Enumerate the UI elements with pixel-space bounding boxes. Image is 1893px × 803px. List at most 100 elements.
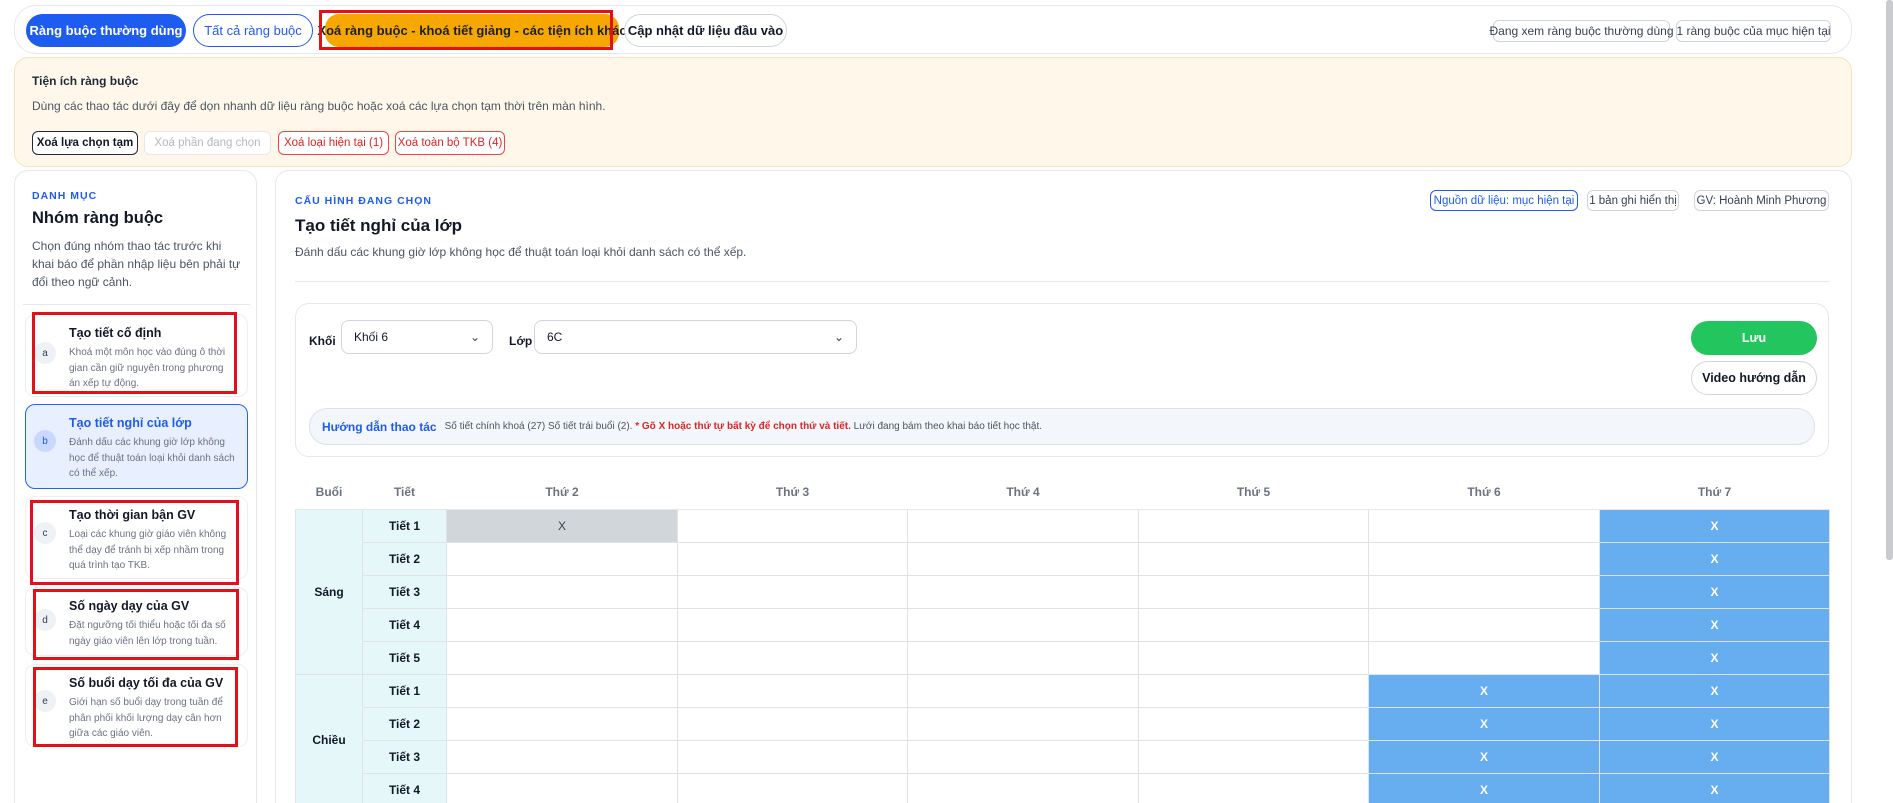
sidebar-heading: Nhóm ràng buộc	[32, 209, 164, 227]
guide-tail: Lưới đang bám theo khai báo tiết học thậ…	[853, 421, 1043, 432]
khoi-value: Khối 6	[354, 330, 389, 344]
item-title: Số ngày dạy của GV	[69, 599, 190, 613]
timetable-cell[interactable]	[446, 772, 678, 803]
timetable-cell[interactable]	[446, 607, 678, 642]
item-badge: c	[34, 522, 56, 544]
timetable-cell[interactable]	[677, 640, 908, 675]
clear-all-timetable-button[interactable]: Xoá toàn bộ TKB (4)	[395, 131, 505, 155]
timetable-cell[interactable]	[677, 574, 908, 609]
timetable-cell[interactable]	[677, 541, 908, 576]
timetable-cell[interactable]	[907, 673, 1139, 708]
timetable-cell[interactable]	[1138, 508, 1369, 543]
page-scrollbar[interactable]	[1886, 0, 1893, 560]
sidebar-divider	[23, 304, 250, 305]
timetable-cell[interactable]	[1368, 640, 1600, 675]
timetable-cell[interactable]: X	[1599, 706, 1830, 741]
timetable-cell[interactable]	[446, 673, 678, 708]
timetable-cell[interactable]: X	[1368, 706, 1600, 741]
config-heading: Tạo tiết nghỉ của lớp	[295, 216, 462, 235]
timetable-cell[interactable]	[1368, 541, 1600, 576]
clear-selected-part-button[interactable]: Xoá phần đang chọn	[144, 131, 271, 155]
sidebar-item-teacher-days[interactable]: d Số ngày dạy của GV Đặt ngưỡng tối thiể…	[25, 587, 248, 656]
sidebar-item-fixed-period[interactable]: a Tạo tiết cố định Khoá một môn học vào …	[25, 314, 248, 397]
khoi-label: Khối	[309, 334, 336, 348]
config-eyebrow: CẤU HÌNH ĐANG CHỌN	[295, 195, 432, 207]
tab-common-constraints[interactable]: Ràng buộc thường dùng	[26, 14, 186, 47]
constraint-count-pill: 1 ràng buộc của mục hiện tại	[1676, 20, 1831, 42]
timetable-cell[interactable]: X	[1599, 640, 1830, 675]
timetable-cell[interactable]: X	[1599, 541, 1830, 576]
timetable-cell[interactable]: X	[446, 508, 678, 543]
grid-header-cell: Thứ 5	[1138, 475, 1369, 510]
timetable-cell[interactable]	[677, 673, 908, 708]
sidebar-item-class-off-period[interactable]: b Tạo tiết nghỉ của lớp Đánh dấu các khu…	[25, 404, 248, 489]
timetable-cell[interactable]: X	[1368, 772, 1600, 803]
timetable-cell[interactable]	[907, 772, 1139, 803]
timetable-cell[interactable]	[446, 739, 678, 774]
khoi-select[interactable]: Khối 6 ⌄	[341, 320, 493, 354]
tab-update-input-data[interactable]: Cập nhật dữ liệu đầu vào	[624, 14, 787, 47]
teacher-pill: GV: Hoành Minh Phương	[1694, 190, 1829, 211]
session-label: Chiều	[295, 673, 363, 803]
config-description: Đánh dấu các khung giờ lớp không học để …	[295, 245, 747, 259]
timetable-cell[interactable]	[1138, 574, 1369, 609]
lop-label: Lớp	[509, 334, 533, 348]
timetable-cell[interactable]: X	[1368, 673, 1600, 708]
sidebar-eyebrow: DANH MỤC	[32, 190, 98, 202]
period-label: Tiết 2	[362, 541, 447, 576]
timetable-cell[interactable]	[677, 772, 908, 803]
timetable-cell[interactable]	[446, 574, 678, 609]
save-button[interactable]: Lưu	[1691, 321, 1817, 355]
timetable-cell[interactable]: X	[1599, 607, 1830, 642]
item-title: Số buổi dạy tối đa của GV	[69, 676, 224, 690]
timetable-cell[interactable]: X	[1599, 574, 1830, 609]
timetable-cell[interactable]	[1368, 574, 1600, 609]
item-description: Đánh dấu các khung giờ lớp không học để …	[69, 437, 235, 479]
timetable-cell[interactable]	[1368, 508, 1600, 543]
timetable-cell[interactable]	[907, 574, 1139, 609]
timetable-cell[interactable]	[1138, 772, 1369, 803]
timetable-cell[interactable]	[1138, 739, 1369, 774]
timetable-cell[interactable]	[907, 640, 1139, 675]
video-guide-button[interactable]: Video hướng dẫn	[1691, 361, 1817, 395]
timetable-cell[interactable]: X	[1599, 739, 1830, 774]
timetable-cell[interactable]: X	[1368, 739, 1600, 774]
clear-temp-selection-button[interactable]: Xoá lựa chọn tạm	[32, 131, 138, 155]
timetable-cell[interactable]	[907, 739, 1139, 774]
timetable-cell[interactable]	[677, 607, 908, 642]
chevron-down-icon: ⌄	[833, 330, 844, 344]
config-divider	[295, 281, 1829, 282]
timetable-cell[interactable]	[1138, 541, 1369, 576]
timetable-cell[interactable]	[446, 541, 678, 576]
timetable-cell[interactable]	[907, 508, 1139, 543]
tab-delete-constraints-utilities[interactable]: Xoá ràng buộc - khoá tiết giảng - các ti…	[317, 14, 627, 47]
timetable-cell[interactable]	[1138, 640, 1369, 675]
timetable-cell[interactable]	[907, 541, 1139, 576]
timetable-cell[interactable]	[1138, 607, 1369, 642]
timetable-cell[interactable]	[677, 739, 908, 774]
timetable-cell[interactable]: X	[1599, 673, 1830, 708]
timetable-cell[interactable]	[907, 706, 1139, 741]
timetable-cell[interactable]	[907, 607, 1139, 642]
timetable-cell[interactable]: X	[1599, 508, 1830, 543]
item-badge: b	[34, 430, 56, 452]
sidebar-item-teacher-max-sessions[interactable]: e Số buổi dạy tối đa của GV Giới hạn số …	[25, 664, 248, 747]
timetable-cell[interactable]	[446, 640, 678, 675]
lop-select[interactable]: 6C ⌄	[534, 320, 857, 354]
clear-current-type-button[interactable]: Xoá loại hiện tại (1)	[278, 131, 389, 155]
guide-text: Số tiết chính khoá (27) Số tiết trái buổ…	[445, 421, 1042, 432]
timetable-cell[interactable]	[1368, 607, 1600, 642]
timetable-cell[interactable]: X	[1599, 772, 1830, 803]
timetable-cell[interactable]	[1138, 706, 1369, 741]
timetable-cell[interactable]	[446, 706, 678, 741]
item-title: Tạo tiết cố định	[69, 326, 162, 340]
timetable-grid: Buổi Tiết Thứ 2 Thứ 3 Thứ 4 Thứ 5 Thứ 6 Thứ 7 S…	[295, 475, 1830, 803]
constraint-group-sidebar: DANH MỤC Nhóm ràng buộc Chọn đúng nhóm t…	[14, 170, 257, 803]
sidebar-item-teacher-busy-time[interactable]: c Tạo thời gian bận GV Loại các khung gi…	[25, 496, 248, 579]
timetable-cell[interactable]	[677, 706, 908, 741]
session-label: Sáng	[295, 508, 363, 675]
tab-all-constraints[interactable]: Tất cả ràng buộc	[193, 14, 313, 47]
timetable-cell[interactable]	[1138, 673, 1369, 708]
timetable-cell[interactable]	[677, 508, 908, 543]
record-count-pill: 1 bản ghi hiển thị	[1587, 190, 1679, 211]
